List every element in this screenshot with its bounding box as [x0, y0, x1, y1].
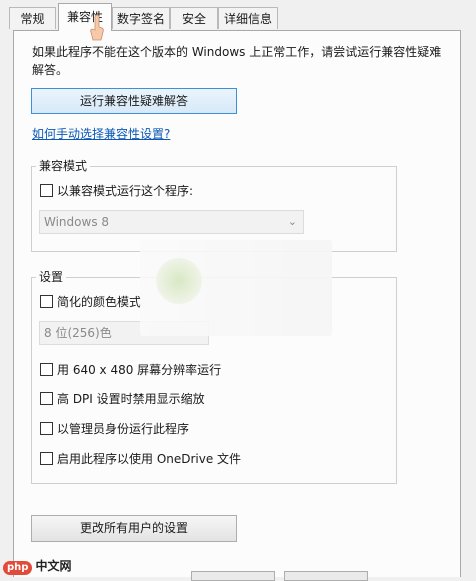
compat-mode-checkbox[interactable]	[40, 184, 53, 197]
compat-os-select-value: Windows 8	[44, 215, 110, 229]
compat-mode-checkbox-row[interactable]: 以兼容模式运行这个程序:	[40, 183, 193, 199]
reduced-color-checkbox[interactable]	[40, 295, 53, 308]
blurred-logo	[156, 258, 202, 304]
option-run-as-admin-row[interactable]: 以管理员身份运行此程序	[40, 421, 189, 437]
reduced-color-checkbox-row[interactable]: 简化的颜色模式	[40, 294, 141, 310]
change-all-users-button[interactable]: 更改所有用户的设置	[31, 515, 237, 542]
color-depth-select-value: 8 位(256)色	[44, 326, 112, 340]
compat-os-select[interactable]: Windows 8 ⌄	[39, 210, 304, 234]
tab-bar: 常规 兼容性 数字签名 安全 详细信息	[0, 0, 476, 31]
option-640x480-row[interactable]: 用 640 x 480 屏幕分辨率运行	[40, 362, 221, 378]
run-troubleshooter-button[interactable]: 运行兼容性疑难解答	[31, 88, 237, 114]
ok-button[interactable]	[191, 571, 275, 581]
option-high-dpi-label: 高 DPI 设置时禁用显示缩放	[57, 392, 205, 406]
option-high-dpi-checkbox[interactable]	[40, 392, 53, 405]
option-run-as-admin-label: 以管理员身份运行此程序	[57, 422, 190, 436]
blurred-overlay	[140, 240, 332, 336]
tab-digital-signatures[interactable]: 数字签名	[112, 7, 170, 29]
option-onedrive-row[interactable]: 启用此程序以使用 OneDrive 文件	[40, 451, 241, 467]
tab-security[interactable]: 安全	[170, 7, 218, 29]
tab-details[interactable]: 详细信息	[218, 7, 278, 29]
cancel-button[interactable]	[284, 571, 368, 581]
compat-mode-checkbox-label: 以兼容模式运行这个程序:	[57, 184, 194, 198]
option-640x480-checkbox[interactable]	[40, 363, 53, 376]
compat-mode-title: 兼容模式	[36, 159, 91, 173]
option-onedrive-checkbox[interactable]	[40, 452, 53, 465]
reduced-color-label: 简化的颜色模式	[57, 295, 142, 309]
watermark: php 中文网	[3, 558, 71, 575]
settings-title: 设置	[36, 270, 67, 284]
chevron-down-icon: ⌄	[287, 215, 297, 228]
watermark-badge: php	[3, 561, 33, 575]
intro-text: 如果此程序不能在这个版本的 Windows 上正常工作，请尝试运行兼容性疑难解答…	[32, 45, 442, 77]
option-run-as-admin-checkbox[interactable]	[40, 422, 53, 435]
hand-cursor-icon	[90, 14, 104, 41]
option-640x480-label: 用 640 x 480 屏幕分辨率运行	[57, 363, 222, 377]
tab-general[interactable]: 常规	[9, 7, 56, 29]
watermark-text: 中文网	[35, 559, 72, 573]
option-onedrive-label: 启用此程序以使用 OneDrive 文件	[57, 452, 242, 466]
option-high-dpi-row[interactable]: 高 DPI 设置时禁用显示缩放	[40, 391, 205, 407]
manual-settings-link[interactable]: 如何手动选择兼容性设置?	[32, 125, 170, 142]
